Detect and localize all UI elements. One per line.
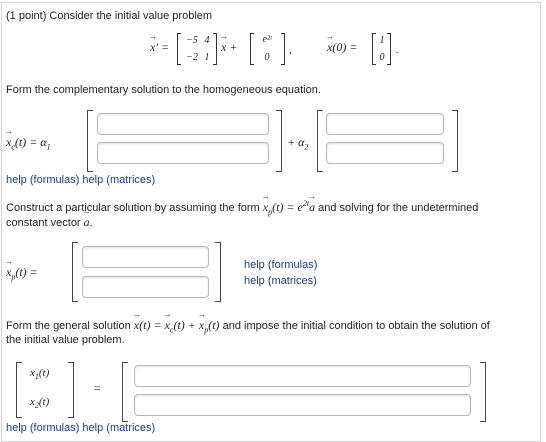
part3-instruction-2: the initial value problem. <box>6 334 125 346</box>
matrix-a12: 4 <box>204 35 210 46</box>
x-vec-left-bracket <box>16 362 22 418</box>
xp-top-input[interactable] <box>82 246 209 268</box>
part2-instruction: Construct a particular solution by assum… <box>6 192 478 216</box>
x2-label: x2(t) <box>30 396 50 411</box>
xc-v1-right-bracket <box>276 110 282 172</box>
sol-right-bracket <box>480 362 486 422</box>
part1-help: help (formulas) help (matrices) <box>6 174 155 186</box>
xc-v1-bottom-input[interactable] <box>97 142 269 164</box>
x1-label: x1(t) <box>30 367 50 382</box>
xc-v1-left-bracket <box>87 110 93 172</box>
part3-help-matrices-link[interactable]: help (matrices) <box>82 422 155 434</box>
part3-help-formulas-link[interactable]: help (formulas) <box>6 422 79 434</box>
ic-label: x(0) = <box>326 32 357 55</box>
period: . <box>396 44 399 56</box>
problem-intro: (1 point) Consider the initial value pro… <box>6 10 213 22</box>
part2-help-matrices-link[interactable]: help (matrices) <box>244 275 317 287</box>
comma: , <box>289 44 292 56</box>
xc-v2-left-bracket <box>317 110 323 172</box>
xp-right-bracket <box>215 242 221 302</box>
ic-right-bracket <box>387 33 391 65</box>
part1-help-matrices-link[interactable]: help (matrices) <box>82 174 155 186</box>
xc-label: xc(t) = α1 <box>5 127 51 151</box>
part1-help-formulas-link[interactable]: help (formulas) <box>6 174 79 186</box>
equation-lhs: x′ = <box>149 32 169 55</box>
matrix-right-bracket <box>213 33 217 65</box>
sol-left-bracket <box>122 362 128 422</box>
forcing-bottom: 0 <box>264 52 270 63</box>
part1-instruction: Form the complementary solution to the h… <box>6 84 321 96</box>
xp-bottom-input[interactable] <box>82 276 209 298</box>
xp-left-bracket <box>72 242 78 302</box>
sol-bottom-input[interactable] <box>134 394 471 416</box>
part2-help-formulas-link[interactable]: help (formulas) <box>244 259 317 271</box>
xc-v1-top-input[interactable] <box>97 113 269 135</box>
sol-top-input[interactable] <box>134 365 471 387</box>
xp-label: xp(t) = <box>5 257 38 281</box>
part3-help: help (formulas) help (matrices) <box>6 422 155 434</box>
forcing-right-bracket <box>281 33 285 65</box>
xc-v2-right-bracket <box>452 110 458 172</box>
part2-instruction-2: constant vector a. <box>6 207 93 230</box>
equation-plus: x + <box>220 32 238 55</box>
part3-instruction: Form the general solution x(t) = xc(t) +… <box>6 310 490 334</box>
x-vec-right-bracket <box>68 362 74 418</box>
xc-v2-bottom-input[interactable] <box>326 142 444 164</box>
matrix-a22: 1 <box>204 52 210 63</box>
equals-sign: = <box>93 381 102 395</box>
alpha2-label: + α2 <box>287 135 309 152</box>
xc-v2-top-input[interactable] <box>326 113 444 135</box>
forcing-top: e²ᵗ <box>262 34 272 45</box>
